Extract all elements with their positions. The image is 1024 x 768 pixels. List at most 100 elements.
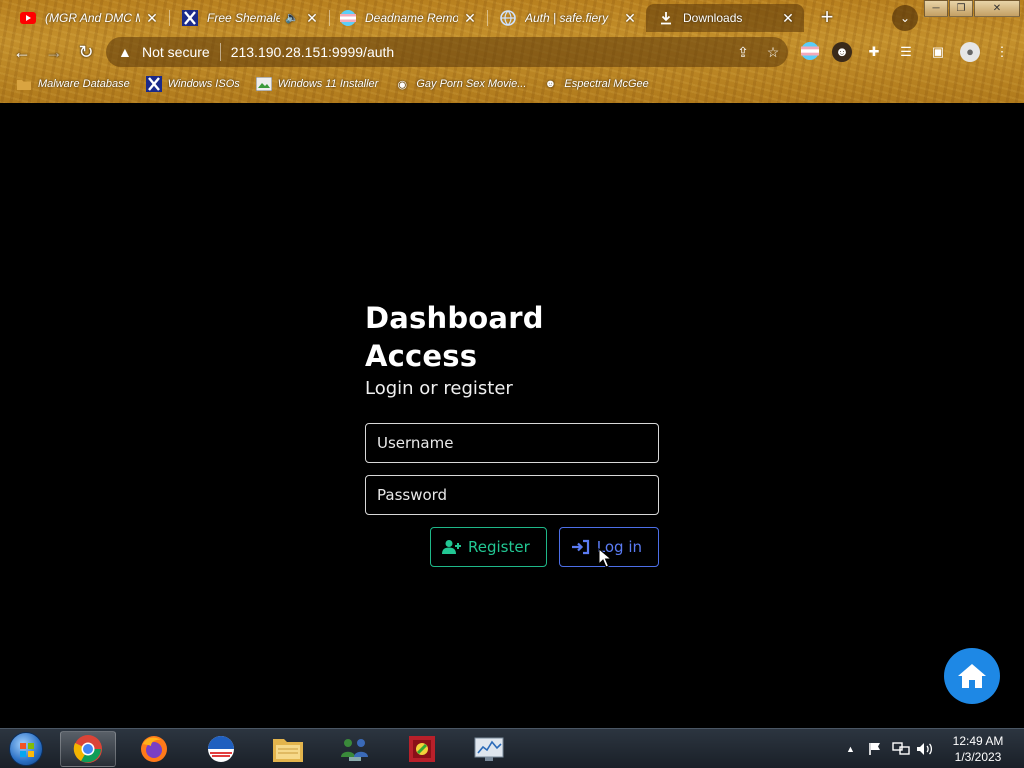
user-plus-icon [442,540,461,554]
menu-dots-icon[interactable]: ⋮ [992,42,1012,62]
chevron-up-icon: ▲ [846,744,855,754]
network-icon[interactable] [892,729,910,768]
taskbar-globe-app[interactable] [193,731,249,767]
tab-title: Downloads [683,11,743,25]
tab-search-button[interactable]: ⌄ [892,5,918,31]
bookmark-label: Windows 11 Installer [277,78,379,90]
share-icon[interactable]: ⇪ [728,44,758,61]
bookmarks-bar: Malware Database Windows ISOs Windows 11… [0,72,1024,96]
tab-downloads[interactable]: Downloads ✕ [646,4,804,32]
chrome-icon [73,735,102,763]
button-row: Register Log in [365,527,659,567]
close-window-button[interactable]: ✕ [974,0,1020,17]
reload-icon: ↻ [78,42,94,62]
bookmark-label: Gay Porn Sex Movie... [416,78,527,90]
page-title: Dashboard Access [365,301,544,373]
x-site-icon [145,76,162,92]
close-tab-icon[interactable]: ✕ [304,10,320,26]
address-bar[interactable]: ▲ Not secure 213.190.28.151:9999/auth ⇪ … [106,37,788,67]
url-text[interactable]: 213.190.28.151:9999/auth [231,44,728,60]
network-people-icon [341,739,368,761]
bookmark-label: Espectral McGee [564,78,649,90]
puzzle-icon[interactable]: ✚ [864,42,884,62]
reload-button[interactable]: ↻ [74,40,98,64]
back-button[interactable]: ← [10,40,34,64]
start-button[interactable] [6,730,46,768]
bookmark-windows-isos[interactable]: Windows ISOs [145,76,240,92]
site-icon: ◉ [397,78,408,91]
bookmark-site[interactable]: ◉ Gay Porn Sex Movie... [394,76,527,92]
taskbar: ▲ 12:49 AM 1/3/2023 [0,728,1024,768]
forward-button[interactable]: → [42,40,66,64]
folder-icon [16,76,32,92]
taskbar-monitor-app[interactable] [461,731,517,767]
password-input[interactable] [365,475,659,515]
side-panel-icon[interactable]: ▣ [928,42,948,62]
close-tab-icon[interactable]: ✕ [622,10,638,26]
chevron-down-icon: ⌄ [899,11,911,25]
security-status[interactable]: Not secure [142,44,210,60]
action-center-flag-icon[interactable] [868,729,882,768]
taskbar-file-explorer[interactable] [260,731,316,767]
tab-auth[interactable]: Auth | safe.fiery ✕ [488,4,646,32]
page-subtitle: Login or register [365,378,513,399]
download-icon [658,10,674,26]
auth-form: Dashboard Access Login or register Regis… [365,299,659,567]
close-tab-icon[interactable]: ✕ [144,10,160,26]
taskbar-chrome[interactable] [60,731,116,767]
bookmark-espectral-mcgee[interactable]: ☻ Espectral McGee [542,76,649,92]
home-icon [958,664,986,688]
home-button[interactable] [944,648,1000,704]
tab-title: Auth | safe.fiery [525,11,609,25]
profile-avatar[interactable]: ● [960,42,980,62]
close-tab-icon[interactable]: ✕ [462,10,478,26]
window-controls: ─ ❐ ✕ [923,0,1020,17]
system-clock[interactable]: 12:49 AM 1/3/2023 [944,733,1012,765]
warning-icon: ▲ [118,44,132,60]
tab-free-shemale[interactable]: Free Shemale 🔈 ✕ [170,4,328,32]
show-hidden-icons-button[interactable]: ▲ [846,729,855,768]
avatar-extension-icon[interactable]: ☻ [832,42,852,62]
tab-title: Deadname Remov [365,11,458,25]
arrow-right-icon: → [45,42,63,62]
register-label: Register [468,538,530,556]
audio-playing-icon[interactable]: 🔈 [284,10,300,26]
register-button[interactable]: Register [430,527,547,567]
clock-date: 1/3/2023 [954,750,1002,764]
arrow-left-icon: ← [13,42,31,62]
tab-youtube[interactable]: (MGR And DMC M ✕ [8,4,168,32]
star-icon[interactable]: ☆ [758,44,788,61]
restore-button[interactable]: ❐ [949,0,973,17]
tab-deadname-remover[interactable]: Deadname Remov ✕ [328,4,486,32]
bookmark-windows-11-installer[interactable]: Windows 11 Installer [255,76,379,92]
trans-flag-icon [340,10,356,26]
globe-icon [500,10,516,26]
monitor-chart-icon [474,737,504,761]
avatar-icon: ☻ [544,78,557,90]
taskbar-network-app[interactable] [327,731,383,767]
browser-toolbar: ← → ↻ ▲ Not secure 213.190.28.151:9999/a… [0,34,1024,70]
mouse-cursor-icon [598,548,612,568]
new-tab-button[interactable]: + [815,6,839,30]
close-tab-icon[interactable]: ✕ [780,10,796,26]
volume-icon[interactable] [916,729,934,768]
reading-list-icon[interactable]: ☰ [896,42,916,62]
youtube-icon [20,10,36,26]
bookmark-malware-database[interactable]: Malware Database [16,76,130,92]
divider [219,43,221,61]
taskbar-security-app[interactable] [394,731,450,767]
tab-strip: (MGR And DMC M ✕ Free Shemale 🔈 ✕ Deadna… [0,0,1024,34]
tab-title: (MGR And DMC M [45,11,140,25]
windows-orb-icon [9,732,43,766]
shield-app-icon [409,736,435,762]
taskbar-firefox[interactable] [126,731,182,767]
browser-chrome: (MGR And DMC M ✕ Free Shemale 🔈 ✕ Deadna… [0,0,1024,103]
trans-flag-extension-icon[interactable] [800,42,820,62]
clock-time: 12:49 AM [952,734,1004,748]
firefox-icon [141,736,167,762]
username-input[interactable] [365,423,659,463]
image-icon [255,76,272,92]
minimize-button[interactable]: ─ [924,0,948,17]
sign-in-icon [571,539,589,555]
tab-title: Free Shemale [207,11,280,25]
